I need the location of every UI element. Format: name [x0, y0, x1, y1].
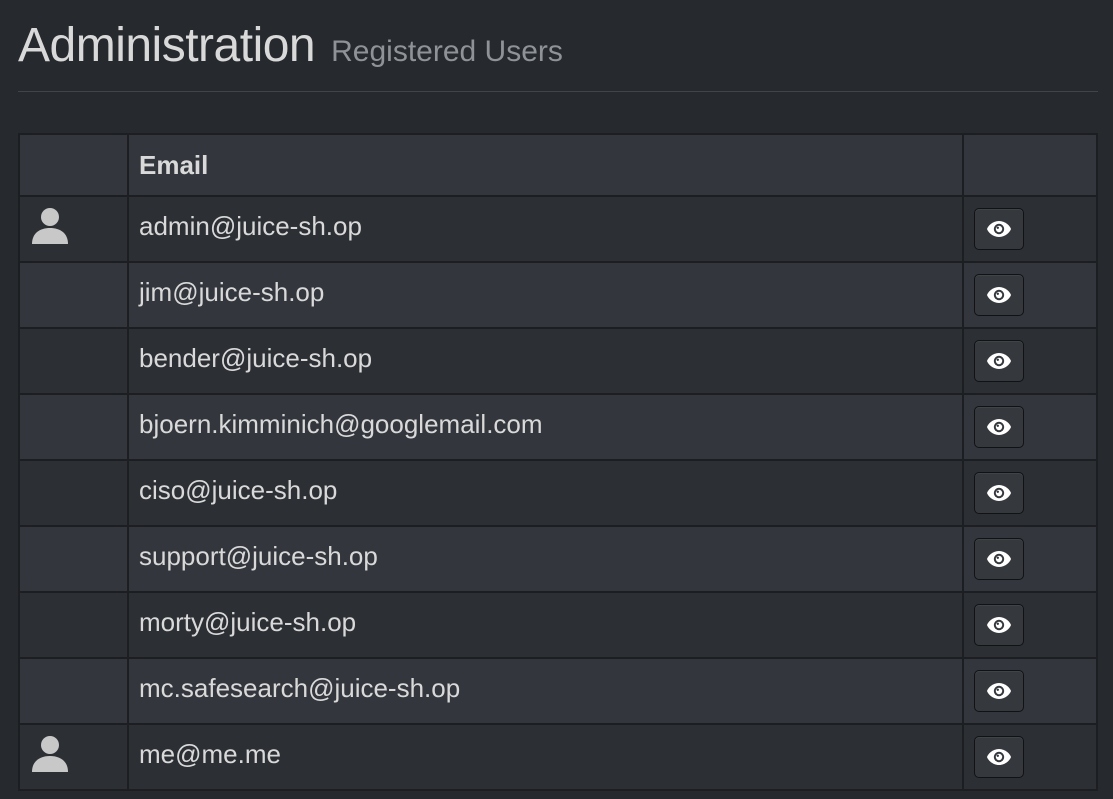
action-cell — [962, 525, 1098, 593]
table-row: support@juice-sh.op — [18, 525, 1098, 593]
action-cell — [962, 327, 1098, 395]
table-row: ciso@juice-sh.op — [18, 459, 1098, 527]
column-header-actions — [962, 133, 1098, 197]
avatar-cell — [18, 723, 129, 791]
eye-icon — [987, 287, 1011, 303]
table-row: morty@juice-sh.op — [18, 591, 1098, 659]
avatar-cell — [18, 591, 129, 659]
administration-page: Administration Registered Users Email ad… — [0, 0, 1113, 799]
table-row: bjoern.kimminich@googlemail.com — [18, 393, 1098, 461]
page-header: Administration Registered Users — [18, 18, 563, 78]
view-user-button[interactable] — [974, 406, 1024, 448]
user-email: mc.safesearch@juice-sh.op — [127, 657, 964, 725]
user-email: bender@juice-sh.op — [127, 327, 964, 395]
users-table-body: admin@juice-sh.op jim@juice-sh.op bender… — [18, 195, 1098, 791]
eye-icon — [987, 221, 1011, 237]
table-row: bender@juice-sh.op — [18, 327, 1098, 395]
view-user-button[interactable] — [974, 340, 1024, 382]
page-subtitle: Registered Users — [331, 35, 563, 68]
table-row: jim@juice-sh.op — [18, 261, 1098, 329]
avatar-cell — [18, 261, 129, 329]
view-user-button[interactable] — [974, 472, 1024, 514]
avatar-cell — [18, 327, 129, 395]
action-cell — [962, 459, 1098, 527]
view-user-button[interactable] — [974, 274, 1024, 316]
action-cell — [962, 657, 1098, 725]
avatar-cell — [18, 459, 129, 527]
avatar-cell — [18, 195, 129, 263]
column-header-email: Email — [127, 133, 964, 197]
users-table: Email admin@juice-sh.op jim@juice-sh.op — [18, 133, 1098, 791]
eye-icon — [987, 617, 1011, 633]
eye-icon — [987, 551, 1011, 567]
user-email: morty@juice-sh.op — [127, 591, 964, 659]
avatar-cell — [18, 525, 129, 593]
header-divider — [18, 91, 1098, 92]
user-email: bjoern.kimminich@googlemail.com — [127, 393, 964, 461]
view-user-button[interactable] — [974, 538, 1024, 580]
eye-icon — [987, 485, 1011, 501]
action-cell — [962, 261, 1098, 329]
avatar-cell — [18, 393, 129, 461]
action-cell — [962, 393, 1098, 461]
view-user-button[interactable] — [974, 604, 1024, 646]
user-email: ciso@juice-sh.op — [127, 459, 964, 527]
eye-icon — [987, 749, 1011, 765]
page-title: Administration — [18, 19, 316, 72]
action-cell — [962, 591, 1098, 659]
action-cell — [962, 195, 1098, 263]
view-user-button[interactable] — [974, 208, 1024, 250]
user-icon — [32, 208, 68, 244]
view-user-button[interactable] — [974, 736, 1024, 778]
table-row: mc.safesearch@juice-sh.op — [18, 657, 1098, 725]
user-email: support@juice-sh.op — [127, 525, 964, 593]
table-row: admin@juice-sh.op — [18, 195, 1098, 263]
action-cell — [962, 723, 1098, 791]
column-header-avatar — [18, 133, 129, 197]
table-header-row: Email — [18, 133, 1098, 197]
eye-icon — [987, 683, 1011, 699]
user-icon — [32, 736, 68, 772]
avatar-cell — [18, 657, 129, 725]
table-row: me@me.me — [18, 723, 1098, 791]
eye-icon — [987, 353, 1011, 369]
eye-icon — [987, 419, 1011, 435]
view-user-button[interactable] — [974, 670, 1024, 712]
user-email: jim@juice-sh.op — [127, 261, 964, 329]
user-email: me@me.me — [127, 723, 964, 791]
user-email: admin@juice-sh.op — [127, 195, 964, 263]
